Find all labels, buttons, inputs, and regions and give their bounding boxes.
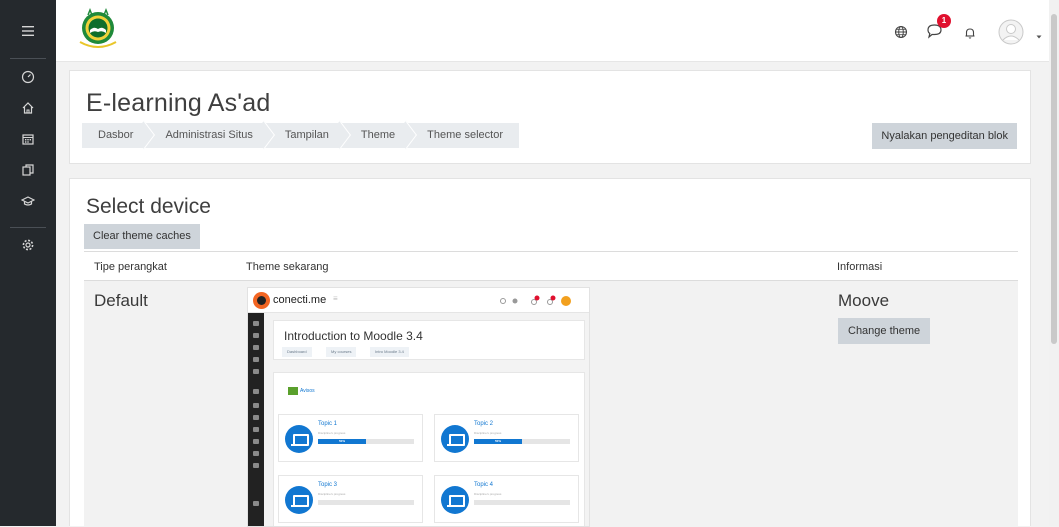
laptop-icon xyxy=(441,425,469,453)
preview-topic-name: Topic 1 xyxy=(318,421,338,427)
preview-progress-bar: 50% xyxy=(474,439,570,444)
menu-icon[interactable] xyxy=(0,16,56,46)
preview-progress-bar: 50% xyxy=(318,439,414,444)
theme-preview-image: conecti.me ≡ Introduction to Moodle 3.4 … xyxy=(247,287,590,527)
left-sidebar xyxy=(0,0,56,526)
device-type: Default xyxy=(94,291,148,310)
preview-topic-subtitle: Discipline's progress xyxy=(318,492,346,496)
preview-topic-subtitle: Discipline's progress xyxy=(474,492,502,496)
sidebar-divider xyxy=(10,58,46,59)
preview-topic-card: Topic 4 Discipline's progress xyxy=(434,475,579,523)
preview-topic-name: Topic 4 xyxy=(474,482,494,488)
preview-forum-icon xyxy=(288,387,298,395)
edit-blocks-button[interactable]: Nyalakan pengeditan blok xyxy=(872,123,1017,149)
current-theme-name: Moove xyxy=(838,291,890,310)
preview-progress-label: 50% xyxy=(338,439,345,443)
preview-breadcrumb-item: Dashboard xyxy=(282,347,312,357)
preview-topic-name: Topic 3 xyxy=(318,482,338,488)
top-navbar: 1 xyxy=(56,0,1059,62)
scrollbar-thumb[interactable] xyxy=(1051,14,1057,344)
table-row: Default conecti.me ≡ Introduction to Moo… xyxy=(84,281,1018,527)
preview-navbar: conecti.me ≡ xyxy=(248,288,589,313)
laptop-icon xyxy=(285,425,313,453)
change-theme-button[interactable]: Change theme xyxy=(838,318,931,344)
institution-logo-icon[interactable] xyxy=(76,7,120,52)
preview-topic-subtitle: Discipline's progress xyxy=(318,431,346,435)
page-heading: Select device xyxy=(86,195,211,218)
preview-activity: Avisos xyxy=(300,388,315,394)
breadcrumb: Dasbor Administrasi Situs Tampilan Theme… xyxy=(82,123,519,148)
breadcrumb-item-theme[interactable]: Theme xyxy=(343,123,409,148)
globe-icon[interactable] xyxy=(894,20,910,44)
preview-sidebar xyxy=(248,313,264,526)
column-header-current-theme: Theme sekarang xyxy=(246,261,329,273)
caret-down-icon[interactable] xyxy=(1035,28,1043,39)
page-header: E-learning As'ad Dasbor Administrasi Sit… xyxy=(69,70,1031,164)
preview-brand: conecti.me xyxy=(273,294,327,306)
preview-progress-label: 50% xyxy=(494,439,501,443)
gear-icon[interactable] xyxy=(0,230,56,260)
preview-logo-icon xyxy=(253,292,270,309)
preview-topic-card: Topic 3 Discipline's progress xyxy=(278,475,423,523)
calendar-icon[interactable] xyxy=(0,124,56,154)
preview-course-content: Avisos Topic 1 Discipline's progress 50%… xyxy=(273,372,585,526)
preview-course-header: Introduction to Moodle 3.4 Dashboard My … xyxy=(273,320,585,360)
bell-icon[interactable] xyxy=(963,20,979,44)
page-scrollbar[interactable] xyxy=(1049,0,1059,526)
dashboard-gauge-icon[interactable] xyxy=(0,62,56,92)
main-content: Select device Clear theme caches Tipe pe… xyxy=(69,178,1031,527)
preview-menu-icon: ≡ xyxy=(333,294,338,303)
preview-topic-card: Topic 2 Discipline's progress 50% xyxy=(434,414,579,462)
preview-course-title: Introduction to Moodle 3.4 xyxy=(284,329,423,343)
breadcrumb-item-tampilan[interactable]: Tampilan xyxy=(267,123,343,148)
files-icon[interactable] xyxy=(0,155,56,185)
messages-button[interactable]: 1 xyxy=(926,14,956,39)
sidebar-divider xyxy=(10,227,46,228)
preview-nav-icons xyxy=(500,295,571,306)
column-header-info: Informasi xyxy=(837,261,883,273)
preview-breadcrumb-item: My courses xyxy=(326,347,357,357)
preview-progress-bar xyxy=(474,500,570,505)
preview-topic-card: Topic 1 Discipline's progress 50% xyxy=(278,414,423,462)
site-title: E-learning As'ad xyxy=(86,89,271,117)
laptop-icon xyxy=(441,486,469,514)
breadcrumb-item-administrasi-situs[interactable]: Administrasi Situs xyxy=(147,123,266,148)
preview-topic-subtitle: Discipline's progress xyxy=(474,431,502,435)
laptop-icon xyxy=(285,486,313,514)
preview-progress-bar xyxy=(318,500,414,505)
user-avatar-icon[interactable] xyxy=(998,19,1024,45)
home-icon[interactable] xyxy=(0,93,56,123)
breadcrumb-item-dasbor[interactable]: Dasbor xyxy=(82,123,147,148)
notification-badge: 1 xyxy=(937,14,951,28)
clear-theme-caches-button[interactable]: Clear theme caches xyxy=(84,224,200,249)
column-header-device: Tipe perangkat xyxy=(94,261,167,273)
preview-topic-name: Topic 2 xyxy=(474,421,494,427)
table-header: Tipe perangkat Theme sekarang Informasi xyxy=(84,251,1018,281)
graduation-cap-icon[interactable] xyxy=(0,186,56,216)
breadcrumb-item-theme-selector[interactable]: Theme selector xyxy=(409,123,519,148)
preview-breadcrumb-item: Intro Moodle 3.4 xyxy=(370,347,409,357)
